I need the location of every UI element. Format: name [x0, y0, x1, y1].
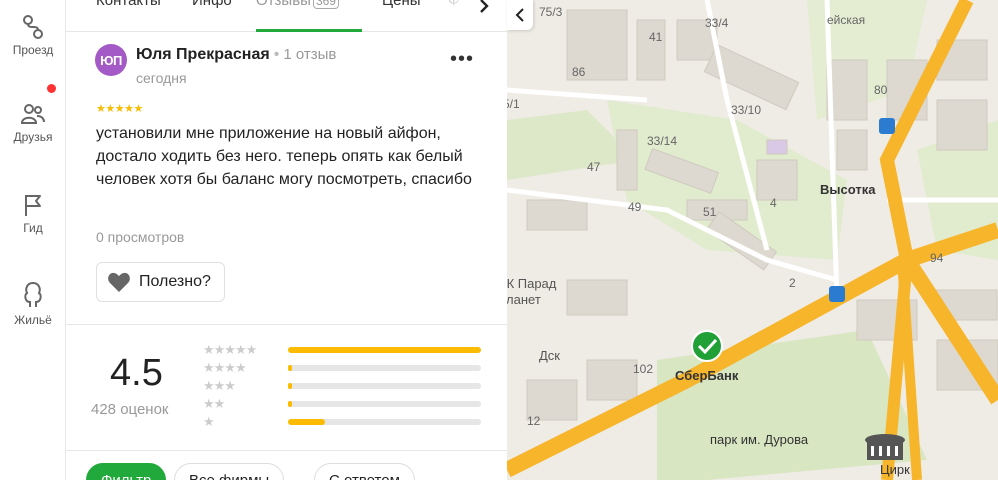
distribution-stars: ★ [203, 414, 215, 429]
map-view[interactable]: 75/3 86 41 33/4 33/10 33/14 47 49 51 4 8… [507, 0, 998, 480]
housing-icon [24, 282, 42, 307]
map-poi-park[interactable]: парк им. Дурова [710, 432, 808, 447]
distribution-bar-track [288, 419, 481, 425]
nav-housing[interactable]: Жильё [0, 280, 66, 327]
flag-icon [25, 195, 41, 216]
nav-guide[interactable]: Гид [0, 192, 66, 235]
map-house-number: 41 [649, 30, 663, 44]
useful-label: Полезно? [139, 273, 211, 290]
distribution-bar-track [288, 383, 481, 389]
section-divider [66, 324, 507, 325]
tab-reviews[interactable]: Отзывы 369 [256, 0, 339, 9]
tabs-fade [448, 0, 470, 20]
map-poi-planet[interactable]: планет [507, 292, 541, 307]
filter-divider [66, 450, 507, 451]
heart-icon [108, 272, 130, 292]
map-house-number: 51 [703, 205, 717, 219]
review-stars: ★★★★★ [96, 103, 143, 115]
more-options-icon[interactable]: ••• [450, 49, 474, 69]
review-text: установили мне приложение на новый айфон… [96, 125, 472, 188]
tab-reviews-label: Отзывы [256, 0, 311, 9]
chevron-right-icon[interactable] [474, 0, 494, 18]
tab-info[interactable]: Инфо [192, 0, 232, 9]
distribution-bar-fill [288, 347, 481, 353]
friends-icon [20, 104, 45, 124]
review-views: 0 просмотров [96, 229, 185, 245]
map-house-number: 49 [628, 200, 642, 214]
rating-value: 4.5 [110, 352, 163, 394]
author-separator: • [273, 46, 280, 63]
map-house-number: 47 [587, 160, 601, 174]
map-house-number: 5/1 [507, 97, 520, 111]
map-street-label: ейская [827, 13, 866, 27]
map-house-number: 94 [930, 251, 944, 265]
tab-prices-label: Цены [382, 0, 421, 9]
tab-contacts[interactable]: Контакты [96, 0, 161, 9]
place-panel: Контакты Инфо Отзывы369 Цены Ф ЮП Юля Пр… [66, 0, 507, 480]
distribution-stars: ★★★★★ [203, 342, 257, 357]
review-date: сегодня [136, 70, 187, 86]
distribution-bar-fill [288, 419, 325, 425]
map-house-number: 33/10 [731, 103, 762, 117]
map-poi-sberbank[interactable]: СберБанк [675, 368, 738, 383]
nav-route[interactable]: Проезд [0, 14, 66, 57]
tab-prices[interactable]: Цены [382, 0, 421, 9]
reviews-count-badge: 369 [312, 0, 339, 9]
rating-count: 428 оценок [91, 401, 169, 418]
nav-housing-label: Жильё [14, 313, 52, 327]
distribution-stars: ★★ [203, 396, 225, 411]
nav-route-label: Проезд [12, 43, 54, 57]
map-house-number: 2 [789, 276, 796, 290]
tab-contacts-label: Контакты [96, 0, 161, 9]
side-nav: Проезд Друзья Гид Жильё [0, 0, 66, 480]
nav-guide-label: Гид [23, 221, 43, 235]
map-house-number: 4 [770, 196, 777, 210]
map-poi-kk[interactable]: КК Парад [507, 276, 556, 291]
nav-friends[interactable]: Друзья [0, 101, 66, 144]
map-house-number: 80 [874, 83, 888, 97]
nav-friends-label: Друзья [13, 130, 53, 144]
filter-chip-filter[interactable]: Фильтр [86, 463, 167, 480]
distribution-bar-fill [288, 401, 292, 407]
filter-chip-all-firms[interactable]: Все фирмы [174, 463, 285, 480]
chevron-left-icon [515, 8, 524, 22]
map-poi-vysotka[interactable]: Высотка [820, 182, 875, 197]
tabs-bar: Контакты Инфо Отзывы369 Цены Ф [66, 0, 507, 32]
distribution-bar-track [288, 401, 481, 407]
distribution-bar-fill [288, 383, 292, 389]
map-house-number: 75/3 [539, 5, 563, 19]
distribution-bar-track [288, 347, 481, 353]
map-house-number: 102 [633, 362, 654, 376]
map-house-number: 33/14 [647, 134, 678, 148]
distribution-stars: ★★★★ [203, 360, 247, 375]
map-poi-dsk[interactable]: Дск [539, 348, 560, 363]
distribution-bar-track [288, 365, 481, 371]
notification-dot [47, 84, 56, 93]
active-tab-indicator [256, 29, 362, 32]
author-review-count: 1 отзыв [283, 46, 337, 63]
distribution-bar-fill [288, 365, 292, 371]
tab-info-label: Инфо [192, 0, 232, 9]
useful-button[interactable]: Полезно? [96, 262, 225, 302]
map-poi-circus[interactable]: Цирк [880, 462, 910, 477]
author-name[interactable]: Юля Прекрасная [136, 46, 270, 63]
collapse-panel-button[interactable] [507, 0, 533, 30]
map-house-number: 12 [527, 414, 541, 428]
filter-chip-with-reply[interactable]: С ответом [314, 463, 415, 480]
avatar[interactable]: ЮП [95, 44, 127, 76]
distribution-stars: ★★★ [203, 378, 236, 393]
map-house-number: 86 [572, 65, 586, 79]
map-house-number: 33/4 [705, 16, 729, 30]
review-author[interactable]: Юля Прекрасная • 1 отзыв [136, 46, 336, 64]
route-icon [23, 15, 43, 39]
